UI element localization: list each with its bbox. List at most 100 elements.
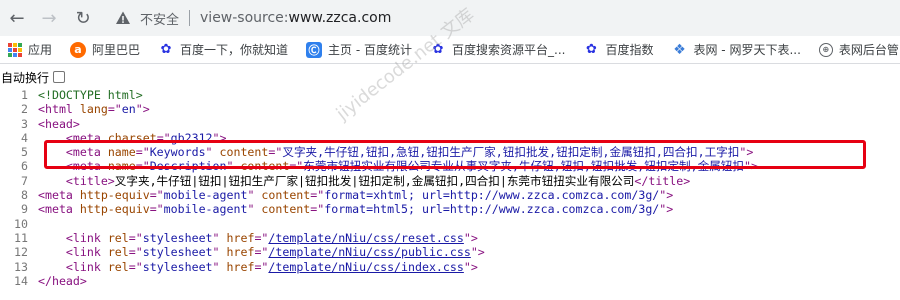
line-number: 10	[14, 216, 28, 231]
token-attr: content	[261, 202, 311, 217]
token-attr: http-equiv	[79, 188, 150, 203]
bookmark-alibaba[interactable]: a 阿里巴巴	[62, 38, 150, 62]
bookmark-biaowang-admin[interactable]: ⊕ 表网后台管	[811, 38, 900, 62]
source-line: 4 <meta charset="gb2312">	[0, 131, 900, 145]
token-tag: <link	[38, 245, 108, 260]
token-attr: http-equiv	[79, 202, 150, 217]
token-tag: "	[205, 145, 220, 160]
token-link[interactable]: /template/nNiu/css/public.css	[268, 245, 470, 259]
apps-grid-icon	[8, 42, 22, 57]
back-arrow-icon[interactable]: ←	[4, 5, 30, 31]
line-code: <link rel="stylesheet" href="/template/n…	[38, 245, 485, 259]
token-tag: ="	[128, 230, 143, 245]
token-txt: 叉字夹,牛仔钮|钮扣|钮扣生产厂家|钮扣批发|钮扣定制,金属钮扣,四合扣|东莞市…	[114, 173, 635, 188]
token-attr: content	[261, 188, 311, 203]
line-number: 14	[14, 273, 28, 288]
token-link[interactable]: /template/nNiu/css/index.css	[268, 260, 463, 274]
token-attr: name	[107, 145, 136, 160]
token-val: stylesheet	[142, 245, 213, 260]
line-code: </head>	[38, 274, 87, 288]
bookmark-label: 百度一下，你就知道	[180, 43, 289, 57]
source-line: 2 <html lang="en">	[0, 102, 900, 116]
token-attr: rel	[107, 245, 129, 260]
bookmark-label: 百度搜索资源平台_...	[452, 43, 566, 57]
token-tag: ="	[128, 259, 143, 274]
token-tag: ">	[659, 188, 674, 203]
token-val: gb2312	[170, 130, 213, 145]
line-code: <link rel="stylesheet" href="/template/n…	[38, 260, 478, 274]
source-line: 12 <link rel="stylesheet" href="/templat…	[0, 245, 900, 259]
line-wrap-label: 自动换行	[1, 70, 50, 85]
warning-triangle-icon[interactable]	[114, 9, 132, 27]
line-number: 3	[21, 116, 28, 131]
token-tag: "	[212, 259, 227, 274]
token-tag: ="	[268, 145, 283, 160]
token-val: format=xhtml; url=http://www.zzca.comzca…	[324, 188, 660, 203]
token-tag: ">	[135, 102, 150, 117]
bookmark-baidu-index[interactable]: ✿ 百度指数	[575, 38, 663, 62]
line-code: <!DOCTYPE html>	[38, 88, 143, 102]
url-text[interactable]: view-source:www.zzca.com	[200, 10, 391, 26]
token-tag: ">	[212, 130, 227, 145]
token-tag: ">	[743, 159, 758, 174]
reload-icon[interactable]: ↻	[70, 5, 96, 31]
token-tag: "	[247, 202, 262, 217]
token-tag: ="	[149, 188, 164, 203]
source-line: 10	[0, 217, 900, 231]
token-tag: <link	[38, 230, 108, 245]
token-tag: <link	[38, 259, 108, 274]
baidu-paw-icon: ✿	[160, 42, 172, 57]
token-val: stylesheet	[142, 259, 213, 274]
token-val: en	[121, 102, 136, 117]
line-code: <meta http-equiv="mobile-agent" content=…	[38, 188, 673, 202]
token-tag: <title>	[38, 173, 115, 188]
bookmark-baidu-ziyuan[interactable]: ✿ 百度搜索资源平台_...	[422, 38, 575, 62]
bookmarks-bar: 应用 a 阿里巴巴 ✿ 百度一下，你就知道 Ⓒ 主页 - 百度统计 ✿ 百度搜索…	[0, 36, 900, 64]
token-tag: <meta	[38, 130, 108, 145]
token-tag: ="	[310, 188, 325, 203]
token-attr: href	[226, 230, 255, 245]
token-tag: <html	[38, 102, 80, 117]
line-code: <link rel="stylesheet" href="/template/n…	[38, 231, 478, 245]
url-host: www.zzca.com	[288, 10, 392, 26]
bookmark-label: 应用	[28, 43, 53, 57]
token-link[interactable]: /template/nNiu/css/reset.css	[268, 231, 463, 245]
security-status-label[interactable]: 不安全	[140, 9, 179, 28]
token-tag: ">	[659, 202, 674, 217]
token-tag: ="	[254, 259, 269, 274]
biaowang-icon: ❖	[673, 41, 686, 58]
bookmark-label: 百度指数	[605, 43, 654, 57]
bookmark-label: 表网后台管	[838, 43, 899, 57]
source-line: 5 <meta name="Keywords" content="叉字夹,牛仔钮…	[0, 145, 900, 159]
token-val: Keywords	[149, 145, 206, 160]
token-val: 叉字夹,牛仔钮,钮扣,急钮,钮扣生产厂家,钮扣批发,钮扣定制,金属钮扣,四合扣,…	[282, 145, 740, 160]
bookmark-apps[interactable]: 应用	[0, 38, 62, 62]
forward-arrow-icon[interactable]: →	[36, 5, 62, 31]
token-val: format=html5; url=http://www.zzca.comzca…	[324, 202, 660, 217]
token-tag: ="	[254, 230, 269, 245]
source-line: 9 <meta http-equiv="mobile-agent" content…	[0, 202, 900, 216]
line-code: <meta name="Description" content="东莞市钮扭实…	[38, 159, 758, 173]
globe-icon: ⊕	[818, 42, 833, 57]
address-bar[interactable]: 不安全 view-source:www.zzca.com	[104, 4, 900, 32]
token-tag: <meta	[38, 188, 80, 203]
bookmark-baidu[interactable]: ✿ 百度一下，你就知道	[150, 38, 298, 62]
token-attr: href	[226, 259, 255, 274]
line-number: 4	[21, 130, 28, 145]
token-tag: ">	[739, 145, 754, 160]
source-code-view: 1 <!DOCTYPE html> 2 <html lang="en"> 3 <head>…	[0, 88, 900, 288]
token-comment: <!DOCTYPE html>	[38, 88, 143, 102]
address-separator	[189, 10, 191, 26]
bookmark-biaowang[interactable]: ❖ 表网 - 网罗天下表...	[663, 38, 810, 62]
line-wrap-checkbox[interactable]	[53, 71, 66, 83]
bookmark-baidu-tongji[interactable]: Ⓒ 主页 - 百度统计	[298, 38, 422, 62]
source-line: 1 <!DOCTYPE html>	[0, 88, 900, 102]
line-number: 9	[21, 202, 28, 217]
token-val: mobile-agent	[163, 202, 248, 217]
token-attr: content	[240, 159, 290, 174]
line-code: <meta name="Keywords" content="叉字夹,牛仔钮,钮…	[38, 145, 753, 159]
source-line: 8 <meta http-equiv="mobile-agent" content…	[0, 188, 900, 202]
source-line: 13 <link rel="stylesheet" href="/templat…	[0, 260, 900, 274]
token-tag: ="	[156, 130, 171, 145]
line-number: 2	[21, 102, 28, 117]
